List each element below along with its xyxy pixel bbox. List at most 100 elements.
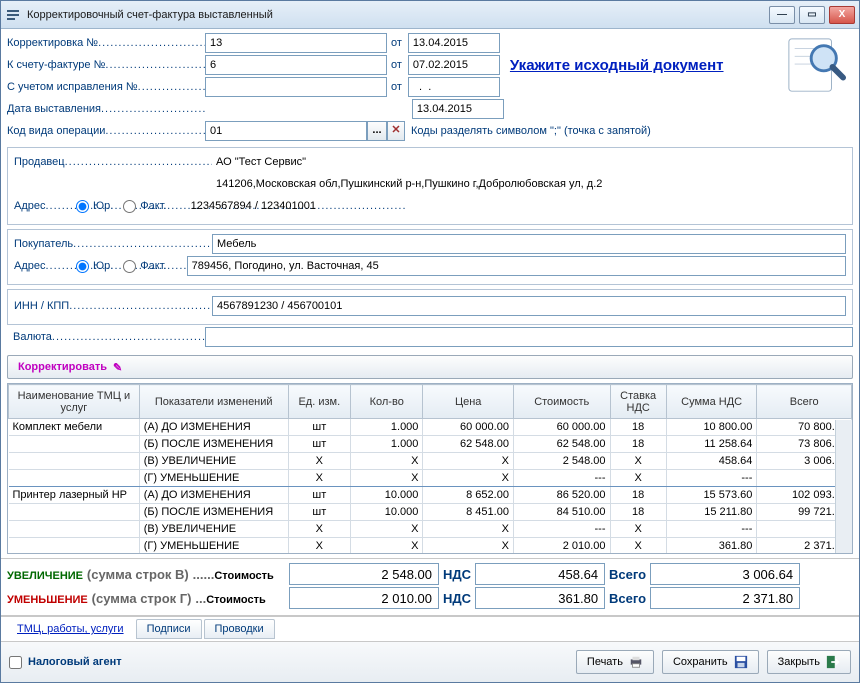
buyer-addr-fact-radio[interactable]: [123, 260, 136, 273]
issue-date-label: Дата выставления: [7, 103, 205, 115]
col-indicator[interactable]: Показатели изменений: [139, 385, 288, 419]
cell-name: [9, 521, 140, 538]
from-label-2: от: [391, 59, 402, 71]
diskette-icon: [734, 655, 748, 669]
fix-no-input[interactable]: [205, 77, 387, 97]
col-price[interactable]: Цена: [423, 385, 514, 419]
table-row[interactable]: Принтер лазерный HP(А) ДО ИЗМЕНЕНИЯшт10.…: [9, 487, 852, 504]
total-sep-1: Всего: [609, 567, 646, 582]
cell-qty: 1.000: [351, 436, 423, 453]
cell-indicator: (В) УВЕЛИЧЕНИЕ: [139, 521, 288, 538]
source-document-link[interactable]: Укажите исходный документ: [510, 57, 724, 74]
op-code-input[interactable]: [205, 121, 367, 141]
tab-tmz[interactable]: ТМЦ, работы, услуги: [7, 620, 134, 638]
issue-date-input[interactable]: [412, 99, 504, 119]
correction-no-input[interactable]: [205, 33, 387, 53]
minimize-button[interactable]: —: [769, 6, 795, 24]
seller-name: АО "Тест Сервис": [212, 155, 846, 169]
app-icon: [5, 7, 21, 23]
cell-rate: 18: [610, 436, 666, 453]
cell-name: Принтер лазерный HP: [9, 487, 140, 504]
seller-label: Продавец: [14, 156, 212, 168]
grid-scrollbar[interactable]: [835, 420, 852, 553]
cell-name: [9, 470, 140, 487]
op-code-lookup-button[interactable]: ...: [367, 121, 387, 141]
cell-name: [9, 504, 140, 521]
table-row[interactable]: (Б) ПОСЛЕ ИЗМЕНЕНИЯшт1.00062 548.0062 54…: [9, 436, 852, 453]
buyer-address-input[interactable]: [187, 256, 846, 276]
cell-unit: Х: [288, 521, 350, 538]
cell-unit: шт: [288, 436, 350, 453]
invoice-date-input[interactable]: [408, 55, 500, 75]
inc-total: 3 006.64: [650, 563, 800, 585]
seller-addr-fact-radio[interactable]: [123, 200, 136, 213]
buyer-input[interactable]: [212, 234, 846, 254]
table-row[interactable]: (В) УВЕЛИЧЕНИЕХХХ2 548.00Х458.643 006.64: [9, 453, 852, 470]
buyer-addr-legal-radio[interactable]: [76, 260, 89, 273]
table-row[interactable]: (Г) УМЕНЬШЕНИЕХХХ2 010.00Х361.802 371.80: [9, 538, 852, 555]
seller-addr-legal-radio[interactable]: [76, 200, 89, 213]
tab-postings[interactable]: Проводки: [204, 619, 275, 639]
printer-icon: [629, 655, 643, 669]
cell-rate: Х: [610, 453, 666, 470]
cell-vat: 15 211.80: [666, 504, 757, 521]
cell-name: [9, 436, 140, 453]
tab-signatures[interactable]: Подписи: [136, 619, 202, 639]
op-code-label: Код вида операции: [7, 125, 205, 137]
correct-button[interactable]: Корректировать: [7, 355, 853, 379]
tax-agent-input[interactable]: [9, 656, 22, 669]
cell-cost: 2 010.00: [513, 538, 610, 555]
cell-vat: 458.64: [666, 453, 757, 470]
currency-input[interactable]: [205, 327, 853, 347]
col-name[interactable]: Наименование ТМЦ и услуг: [9, 385, 140, 419]
save-button[interactable]: Сохранить: [662, 650, 759, 674]
col-vat[interactable]: Сумма НДС: [666, 385, 757, 419]
col-total[interactable]: Всего: [757, 385, 852, 419]
cell-qty: Х: [351, 538, 423, 555]
fix-date-input[interactable]: [408, 77, 500, 97]
table-row[interactable]: (В) УВЕЛИЧЕНИЕХХХ---Х------: [9, 521, 852, 538]
maximize-button[interactable]: ▭: [799, 6, 825, 24]
seller-addr-legal-label: Юр.: [93, 200, 113, 212]
items-grid[interactable]: Наименование ТМЦ и услуг Показатели изме…: [7, 383, 853, 554]
close-button[interactable]: X: [829, 6, 855, 24]
buyer-addr-legal-label: Юр.: [93, 260, 113, 272]
col-rate[interactable]: Ставка НДС: [610, 385, 666, 419]
cell-vat: ---: [666, 470, 757, 487]
seller-addr-fact-label: Факт.: [140, 200, 166, 212]
col-cost[interactable]: Стоимость: [513, 385, 610, 419]
col-unit[interactable]: Ед. изм.: [288, 385, 350, 419]
pencil-icon: [113, 361, 122, 374]
op-code-clear-button[interactable]: ✕: [387, 121, 405, 141]
cell-vat: ---: [666, 521, 757, 538]
col-qty[interactable]: Кол-во: [351, 385, 423, 419]
tax-agent-checkbox[interactable]: Налоговый агент: [9, 656, 122, 669]
cell-qty: 10.000: [351, 487, 423, 504]
cell-rate: 18: [610, 419, 666, 436]
cell-qty: 1.000: [351, 419, 423, 436]
cell-rate: Х: [610, 538, 666, 555]
table-row[interactable]: Комплект мебели(А) ДО ИЗМЕНЕНИЯшт1.00060…: [9, 419, 852, 436]
cell-unit: шт: [288, 487, 350, 504]
cell-vat: 361.80: [666, 538, 757, 555]
cell-price: 8 451.00: [423, 504, 514, 521]
cell-price: 60 000.00: [423, 419, 514, 436]
table-row[interactable]: (Б) ПОСЛЕ ИЗМЕНЕНИЯшт10.0008 451.0084 51…: [9, 504, 852, 521]
dec-total: 2 371.80: [650, 587, 800, 609]
buyer-inn-input[interactable]: [212, 296, 846, 316]
invoice-no-input[interactable]: [205, 55, 387, 75]
cell-unit: шт: [288, 419, 350, 436]
cell-qty: Х: [351, 470, 423, 487]
inn-kpp-label: ИНН / КПП: [14, 300, 212, 312]
tax-agent-label: Налоговый агент: [28, 656, 122, 668]
print-button[interactable]: Печать: [576, 650, 654, 674]
close-window-button[interactable]: Закрыть: [767, 650, 851, 674]
cell-qty: Х: [351, 453, 423, 470]
correction-date-input[interactable]: [408, 33, 500, 53]
cell-price: Х: [423, 538, 514, 555]
table-row[interactable]: (Г) УМЕНЬШЕНИЕХХХ---Х------: [9, 470, 852, 487]
vat-sep-2: НДС: [443, 591, 471, 606]
buyer-addr-fact-label: Факт.: [140, 260, 166, 272]
correct-button-label: Корректировать: [18, 361, 107, 373]
increase-total-label: УВЕЛИЧЕНИЕ (сумма строк В) ......Стоимос…: [7, 566, 285, 582]
